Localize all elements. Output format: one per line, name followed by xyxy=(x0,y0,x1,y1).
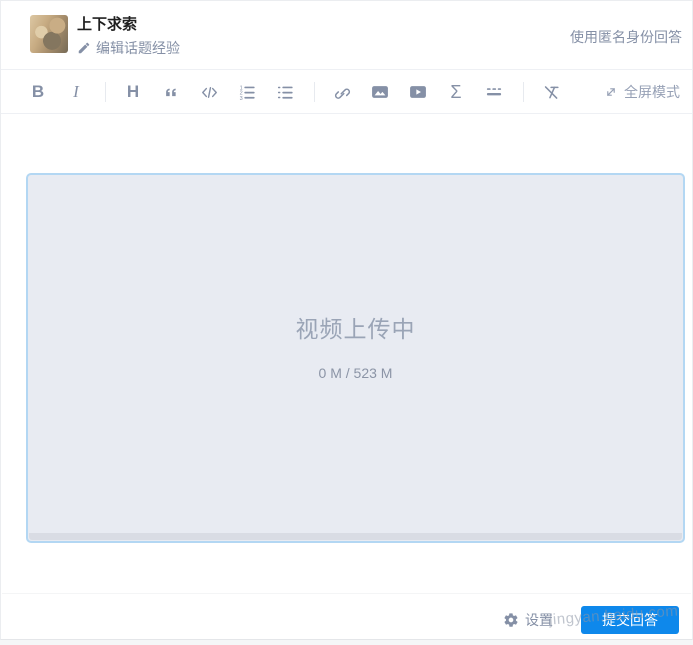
italic-icon: I xyxy=(73,82,79,101)
user-avatar xyxy=(30,15,68,53)
pencil-icon xyxy=(78,42,90,54)
username: 上下求索 xyxy=(77,16,138,33)
user-info: 上下求索 编辑话题经验 xyxy=(77,15,180,58)
editor-header: 上下求索 编辑话题经验 使用匿名身份回答 xyxy=(1,1,692,70)
clear-format-button[interactable] xyxy=(540,80,562,104)
unordered-list-button[interactable] xyxy=(274,80,296,104)
editor-footer: 设置 提交回答 xyxy=(2,593,691,634)
formula-icon: Σ xyxy=(450,81,462,102)
image-icon xyxy=(372,86,388,98)
toolbar-separator xyxy=(105,82,106,102)
anonymous-answer-link[interactable]: 使用匿名身份回答 xyxy=(570,27,682,47)
svg-text:3: 3 xyxy=(239,95,242,101)
upload-progress-bar xyxy=(29,533,682,540)
divider-icon xyxy=(486,88,502,96)
edit-topic-link[interactable]: 编辑话题经验 xyxy=(77,38,180,58)
quote-icon xyxy=(166,88,176,97)
fullscreen-label: 全屏模式 xyxy=(624,84,680,100)
ordered-list-icon: 1 2 3 xyxy=(239,85,255,101)
bold-button[interactable]: B xyxy=(27,80,49,104)
clear-format-icon xyxy=(544,85,559,99)
heading-icon: H xyxy=(126,82,140,101)
insert-video-button[interactable] xyxy=(407,80,429,104)
blockquote-button[interactable] xyxy=(160,80,182,104)
upload-progress-text: 0 M / 523 M xyxy=(318,364,393,381)
format-toolbar: B I H 1 2 3 Σ 全屏模式 xyxy=(1,71,692,114)
video-upload-area: 视频上传中 0 M / 523 M xyxy=(26,173,685,543)
heading-button[interactable]: H xyxy=(122,80,144,104)
upload-status-text: 视频上传中 xyxy=(295,315,416,342)
submit-answer-button[interactable]: 提交回答 xyxy=(581,606,679,634)
insert-image-button[interactable] xyxy=(369,80,391,104)
bold-icon: B xyxy=(31,82,45,101)
settings-label: 设置 xyxy=(525,612,553,628)
gear-icon xyxy=(504,613,518,627)
fullscreen-expand-icon xyxy=(607,88,615,96)
link-icon xyxy=(334,88,350,99)
code-icon xyxy=(201,86,217,98)
ordered-list-button[interactable]: 1 2 3 xyxy=(236,80,258,104)
video-icon xyxy=(410,86,426,98)
insert-formula-button[interactable]: Σ xyxy=(445,80,467,104)
code-block-button[interactable] xyxy=(198,80,220,104)
settings-button[interactable]: 设置 xyxy=(503,610,553,630)
unordered-list-icon xyxy=(277,86,293,99)
insert-link-button[interactable] xyxy=(331,80,353,104)
insert-divider-button[interactable] xyxy=(483,80,505,104)
italic-button[interactable]: I xyxy=(65,80,87,104)
answer-editor-card: 上下求索 编辑话题经验 使用匿名身份回答 B I H 1 2 3 Σ 全屏模式 … xyxy=(0,0,693,640)
toolbar-separator xyxy=(314,82,315,102)
edit-topic-label: 编辑话题经验 xyxy=(96,40,180,56)
toolbar-separator xyxy=(523,82,524,102)
fullscreen-mode-button[interactable]: 全屏模式 xyxy=(604,82,682,102)
